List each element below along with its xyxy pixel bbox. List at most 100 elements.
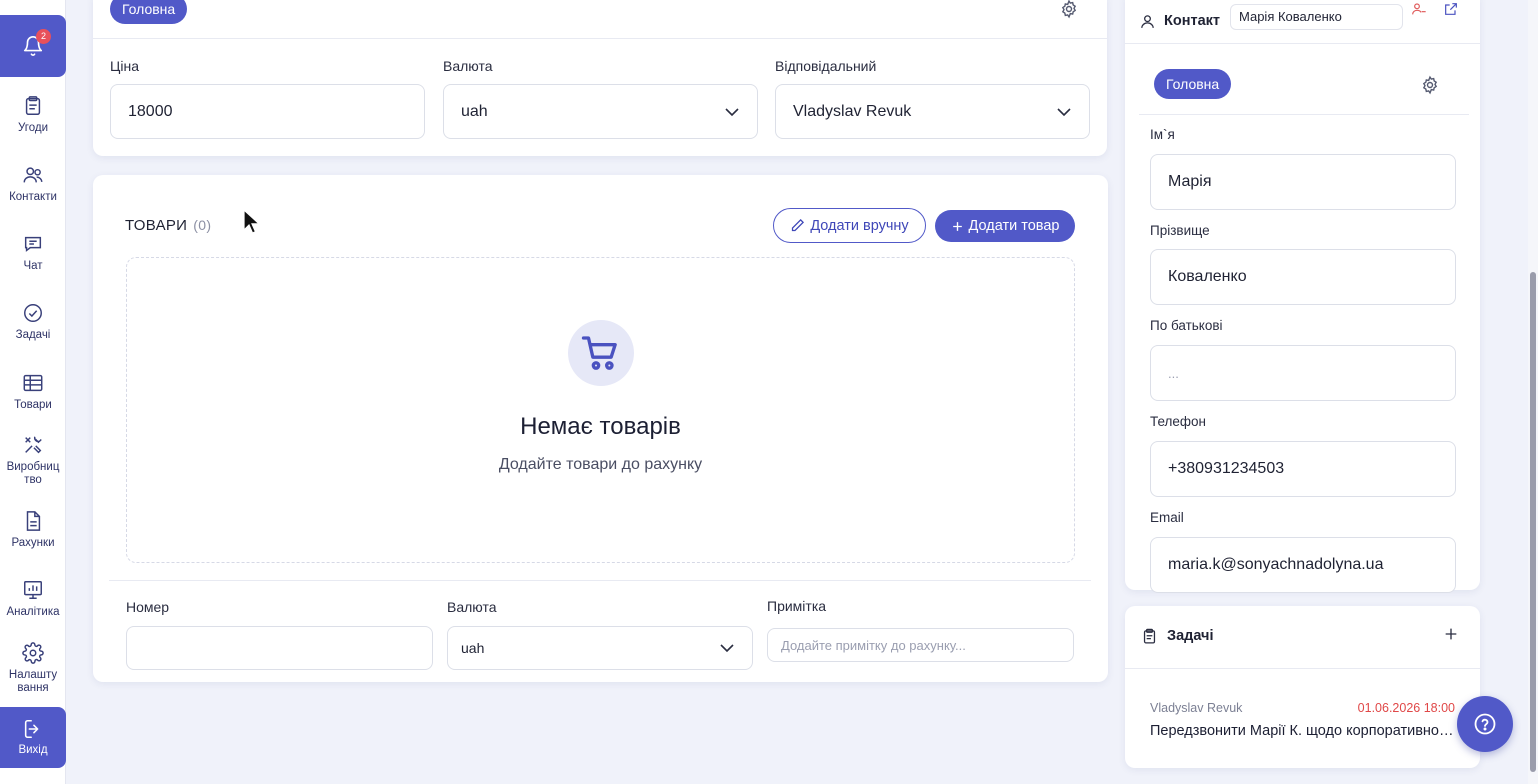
- sidebar-item-deals[interactable]: Угоди: [0, 95, 66, 135]
- task-author: Vladyslav Revuk: [1150, 701, 1243, 715]
- sidebar-item-label: Аналітика: [6, 606, 60, 618]
- clipboard-icon: [1143, 628, 1156, 644]
- first-name-input[interactable]: Марія: [1150, 154, 1456, 210]
- last-name-input[interactable]: Коваленко: [1150, 249, 1456, 305]
- tab-main[interactable]: Головна: [1154, 69, 1232, 99]
- goods-title: ТОВАРИ: [125, 217, 188, 234]
- responsible-select[interactable]: Vladyslav Revuk: [775, 84, 1090, 139]
- patronymic-input[interactable]: ...: [1150, 345, 1456, 401]
- sidebar-item-label: Рахунки: [11, 537, 55, 549]
- analytics-icon: [24, 581, 42, 599]
- currency-select[interactable]: uah: [443, 84, 758, 139]
- email-value: maria.k@sonyachnadolyna.ua: [1168, 556, 1384, 573]
- currency-label: Валюта: [443, 58, 493, 74]
- notification-badge: 2: [36, 29, 51, 44]
- empty-goods-state: Немає товарів Додайте товари до рахунку: [126, 257, 1075, 563]
- patronymic-placeholder: ...: [1168, 365, 1179, 381]
- contact-panel: Контакт Марія Коваленко Головна Ім`я Мар…: [1125, 0, 1480, 593]
- logout-label: Вихід: [18, 744, 48, 756]
- sidebar-item-label: Чат: [23, 260, 43, 272]
- invoice-currency-label: Валюта: [447, 599, 497, 615]
- sidebar: 2 Угоди Контакти Чат Задачі Товари Вироб…: [0, 0, 66, 784]
- divider: [93, 38, 1107, 39]
- goods-count: (0): [193, 217, 212, 233]
- last-name-value: Коваленко: [1168, 268, 1247, 285]
- add-task-icon[interactable]: [1443, 626, 1459, 642]
- sidebar-item-contacts[interactable]: Контакти: [0, 164, 66, 204]
- divider: [1125, 43, 1480, 44]
- add-product-button[interactable]: Додати товар: [935, 210, 1075, 242]
- tasks-title: Задачі: [1167, 628, 1214, 644]
- logout-icon: [24, 719, 39, 739]
- help-button[interactable]: [1457, 696, 1513, 752]
- sidebar-item-chat[interactable]: Чат: [0, 233, 66, 273]
- sidebar-item-production[interactable]: Виробниц тво: [0, 434, 66, 487]
- contacts-icon: [23, 167, 43, 183]
- contact-header: Контакт: [1139, 6, 1220, 36]
- contact-name-input[interactable]: Марія Коваленко: [1230, 4, 1403, 30]
- question-icon: [1474, 713, 1496, 735]
- goods-heading: ТОВАРИ (0): [125, 217, 211, 234]
- empty-subtitle: Додайте товари до рахунку: [498, 456, 703, 473]
- chevron-down-icon: [725, 107, 739, 116]
- add-product-label: Додати товар: [968, 218, 1060, 234]
- phone-value: +380931234503: [1168, 460, 1285, 477]
- production-icon: [25, 436, 42, 454]
- scrollbar-thumb[interactable]: [1530, 272, 1536, 772]
- mouse-cursor-icon: [243, 209, 261, 234]
- note-label: Примітка: [767, 598, 827, 614]
- note-input[interactable]: Додайте примітку до рахунку...: [767, 628, 1074, 662]
- goods-card: ТОВАРИ (0) Додати вручну Додати товар Нем…: [93, 175, 1108, 682]
- sidebar-item-invoices[interactable]: Рахунки: [0, 510, 66, 550]
- gear-icon[interactable]: [1059, 0, 1079, 19]
- invoices-icon: [26, 511, 41, 531]
- patronymic-label: По батькові: [1150, 318, 1223, 333]
- unlink-contact-icon[interactable]: [1411, 1, 1427, 17]
- tab-main[interactable]: Головна: [110, 0, 188, 24]
- chevron-down-icon: [1057, 107, 1071, 116]
- shopping-cart-icon: [581, 336, 617, 370]
- responsible-label: Відповідальний: [775, 58, 877, 74]
- divider: [1125, 668, 1480, 669]
- notifications-button[interactable]: 2: [0, 15, 66, 77]
- last-name-label: Прізвище: [1150, 223, 1210, 238]
- sidebar-item-label: Угоди: [17, 122, 48, 134]
- gear-icon[interactable]: [1420, 75, 1440, 95]
- chat-icon: [24, 236, 42, 252]
- empty-title: Немає товарів: [520, 413, 681, 440]
- currency-value: uah: [461, 102, 488, 120]
- task-due-date: 01.06.2026 18:00: [1357, 701, 1455, 715]
- invoice-currency-select[interactable]: uah: [447, 626, 753, 670]
- invoice-currency-value: uah: [461, 640, 485, 656]
- sidebar-item-settings[interactable]: Налашту вання: [0, 642, 66, 695]
- number-label: Номер: [126, 599, 170, 615]
- divider: [1139, 114, 1469, 115]
- tasks-icon: [24, 304, 42, 322]
- sidebar-item-label: Виробниц тво: [6, 461, 60, 486]
- sidebar-item-analytics[interactable]: Аналітика: [0, 579, 66, 619]
- sidebar-item-label: Задачі: [15, 329, 51, 341]
- contact-header-label: Контакт: [1164, 13, 1220, 29]
- sidebar-item-products[interactable]: Товари: [0, 372, 66, 412]
- settings-icon: [22, 642, 44, 664]
- cart-badge: [568, 320, 634, 386]
- email-input[interactable]: maria.k@sonyachnadolyna.ua: [1150, 537, 1456, 593]
- open-external-icon[interactable]: [1443, 1, 1459, 17]
- first-name-value: Марія: [1168, 173, 1212, 190]
- tasks-card: Задачі Vladyslav Revuk 01.06.2026 18:00 …: [1125, 606, 1480, 768]
- invoice-number-input[interactable]: [126, 626, 433, 670]
- add-manually-label: Додати вручну: [810, 217, 909, 234]
- add-manually-button[interactable]: Додати вручну: [773, 208, 926, 243]
- chevron-down-icon: [720, 644, 734, 653]
- sidebar-item-label: Контакти: [9, 191, 57, 203]
- pencil-icon: [792, 218, 805, 232]
- email-label: Email: [1150, 510, 1184, 525]
- sidebar-item-label: Товари: [14, 399, 52, 411]
- price-input[interactable]: 18000: [110, 84, 425, 139]
- phone-input[interactable]: +380931234503: [1150, 441, 1456, 497]
- note-placeholder: Додайте примітку до рахунку...: [781, 637, 966, 653]
- sidebar-item-tasks[interactable]: Задачі: [0, 302, 66, 342]
- logout-button[interactable]: Вихід: [0, 707, 66, 768]
- task-text: Передзвонити Марії К. щодо корпоративног…: [1150, 723, 1455, 739]
- user-icon: [1141, 14, 1154, 28]
